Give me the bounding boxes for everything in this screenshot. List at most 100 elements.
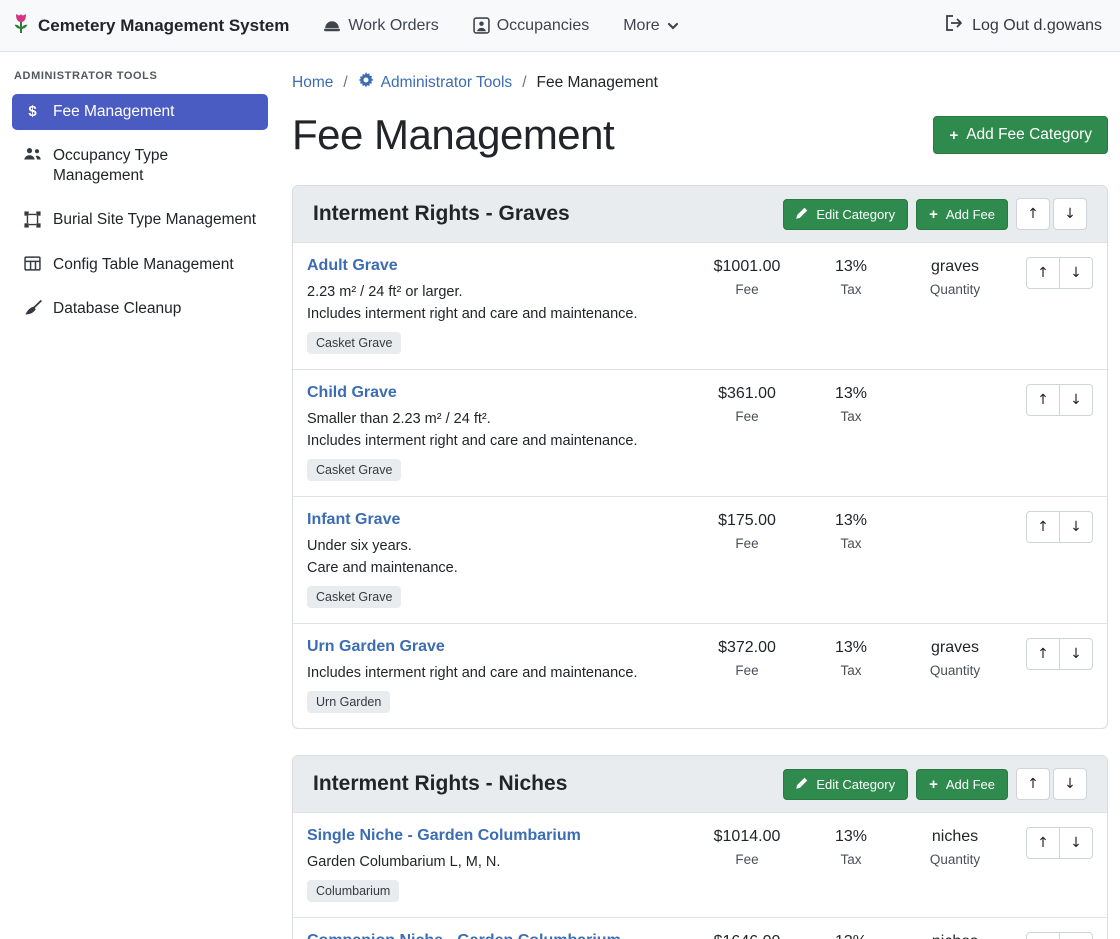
move-fee-down-button[interactable]: ↓: [1059, 511, 1093, 543]
tax-label: Tax: [803, 536, 899, 551]
fee-type-badge: Casket Grave: [307, 459, 401, 481]
fee-name-link[interactable]: Urn Garden Grave: [307, 638, 445, 656]
move-fee-up-button[interactable]: ↑: [1026, 511, 1060, 543]
fee-label: Fee: [691, 409, 803, 424]
fee-description: Under six years.: [307, 538, 691, 554]
chevron-down-icon: [667, 20, 679, 32]
edit-category-label: Edit Category: [816, 207, 895, 222]
nav-work-orders[interactable]: Work Orders: [323, 17, 438, 35]
tax-amount: 13%: [803, 512, 899, 530]
category-header: Interment Rights - Niches Edit Category …: [293, 756, 1107, 813]
table-icon: [23, 256, 42, 271]
pencil-icon: [796, 777, 808, 792]
fee-description: Garden Columbarium L, M, N.: [307, 854, 691, 870]
sidebar-item-database-cleanup[interactable]: Database Cleanup: [12, 291, 268, 327]
top-navbar: Cemetery Management System Work Orders O…: [0, 0, 1120, 52]
move-category-down-button[interactable]: ↓: [1053, 198, 1087, 230]
move-category-down-button[interactable]: ↓: [1053, 768, 1087, 800]
move-fee-up-button[interactable]: ↑: [1026, 932, 1060, 939]
tax-amount: 13%: [803, 258, 899, 276]
quantity-unit: graves: [899, 258, 1011, 276]
fee-row: Companion Niche - Garden Columbarium Gar…: [293, 918, 1107, 939]
add-fee-category-button[interactable]: + Add Fee Category: [933, 116, 1108, 154]
sidebar-item-label: Database Cleanup: [53, 299, 181, 319]
add-fee-button[interactable]: + Add Fee: [916, 199, 1008, 230]
sidebar-item-burial-site-type[interactable]: Burial Site Type Management: [12, 202, 268, 238]
breadcrumb-home-label: Home: [292, 74, 333, 92]
plus-icon: +: [929, 777, 938, 792]
logout-link[interactable]: Log Out d.gowans: [945, 15, 1102, 36]
tax-amount: 13%: [803, 933, 899, 939]
add-fee-button[interactable]: + Add Fee: [916, 769, 1008, 800]
fee-name-link[interactable]: Child Grave: [307, 384, 397, 402]
breadcrumb-separator: /: [343, 74, 347, 92]
person-frame-icon: [473, 17, 490, 34]
tax-label: Tax: [803, 663, 899, 678]
move-category-up-button[interactable]: ↑: [1016, 198, 1050, 230]
quantity-label: Quantity: [899, 663, 1011, 678]
move-fee-up-button[interactable]: ↑: [1026, 638, 1060, 670]
fee-amount: $175.00: [691, 512, 803, 530]
dollar-icon: $: [23, 103, 42, 121]
add-fee-category-label: Add Fee Category: [966, 126, 1092, 144]
fee-label: Fee: [691, 282, 803, 297]
edit-category-button[interactable]: Edit Category: [783, 199, 908, 230]
move-category-up-button[interactable]: ↑: [1016, 768, 1050, 800]
sidebar-item-occupancy-type[interactable]: Occupancy Type Management: [12, 138, 268, 194]
category-card-niches: Interment Rights - Niches Edit Category …: [292, 755, 1108, 939]
tax-label: Tax: [803, 409, 899, 424]
fee-type-badge: Urn Garden: [307, 691, 390, 713]
hard-hat-icon: [323, 18, 341, 33]
fee-name-link[interactable]: Companion Niche - Garden Columbarium: [307, 932, 621, 939]
fee-name-link[interactable]: Adult Grave: [307, 257, 398, 275]
tax-label: Tax: [803, 282, 899, 297]
fee-type-badge: Casket Grave: [307, 332, 401, 354]
brand-link[interactable]: Cemetery Management System: [12, 12, 289, 40]
sidebar-item-label: Config Table Management: [53, 255, 234, 275]
move-fee-down-button[interactable]: ↓: [1059, 638, 1093, 670]
sidebar-item-label: Occupancy Type Management: [53, 146, 257, 186]
nav-more[interactable]: More: [623, 17, 678, 35]
edit-category-button[interactable]: Edit Category: [783, 769, 908, 800]
sidebar: ADMINISTRATOR TOOLS $ Fee Management Occ…: [0, 52, 280, 939]
move-fee-down-button[interactable]: ↓: [1059, 827, 1093, 859]
fee-label: Fee: [691, 536, 803, 551]
breadcrumb-admin-tools-link[interactable]: Administrator Tools: [358, 72, 513, 93]
logout-icon: [945, 15, 964, 36]
fee-type-badge: Casket Grave: [307, 586, 401, 608]
tax-label: Tax: [803, 852, 899, 867]
fee-amount: $361.00: [691, 385, 803, 403]
fee-name-link[interactable]: Infant Grave: [307, 511, 400, 529]
gear-icon: [358, 72, 374, 93]
category-title: Interment Rights - Niches: [313, 772, 783, 796]
sidebar-item-fee-management[interactable]: $ Fee Management: [12, 94, 268, 130]
nav-occupancies[interactable]: Occupancies: [473, 17, 590, 35]
move-fee-down-button[interactable]: ↓: [1059, 932, 1093, 939]
broom-icon: [23, 300, 42, 316]
main-content: Home / Administrator Tools / Fee Managem…: [280, 52, 1120, 939]
pencil-icon: [796, 207, 808, 222]
fee-name-link[interactable]: Single Niche - Garden Columbarium: [307, 827, 581, 845]
fee-description: Includes interment right and care and ma…: [307, 306, 691, 322]
add-fee-label: Add Fee: [946, 207, 995, 222]
move-fee-down-button[interactable]: ↓: [1059, 257, 1093, 289]
fee-description: Includes interment right and care and ma…: [307, 665, 691, 681]
move-fee-up-button[interactable]: ↑: [1026, 257, 1060, 289]
category-header: Interment Rights - Graves Edit Category …: [293, 186, 1107, 243]
move-fee-down-button[interactable]: ↓: [1059, 384, 1093, 416]
category-card-graves: Interment Rights - Graves Edit Category …: [292, 185, 1108, 729]
breadcrumb-home-link[interactable]: Home: [292, 74, 333, 92]
fee-description: Care and maintenance.: [307, 560, 691, 576]
breadcrumb-current: Fee Management: [537, 74, 659, 92]
fee-description: Includes interment right and care and ma…: [307, 433, 691, 449]
page-title: Fee Management: [292, 111, 614, 159]
move-fee-up-button[interactable]: ↑: [1026, 827, 1060, 859]
move-fee-up-button[interactable]: ↑: [1026, 384, 1060, 416]
sidebar-item-config-table[interactable]: Config Table Management: [12, 247, 268, 283]
fee-amount: $1001.00: [691, 258, 803, 276]
tulip-logo-icon: [12, 12, 30, 40]
tax-amount: 13%: [803, 828, 899, 846]
breadcrumb: Home / Administrator Tools / Fee Managem…: [292, 72, 1108, 93]
fee-label: Fee: [691, 663, 803, 678]
fee-row: Infant Grave Under six years. Care and m…: [293, 497, 1107, 624]
